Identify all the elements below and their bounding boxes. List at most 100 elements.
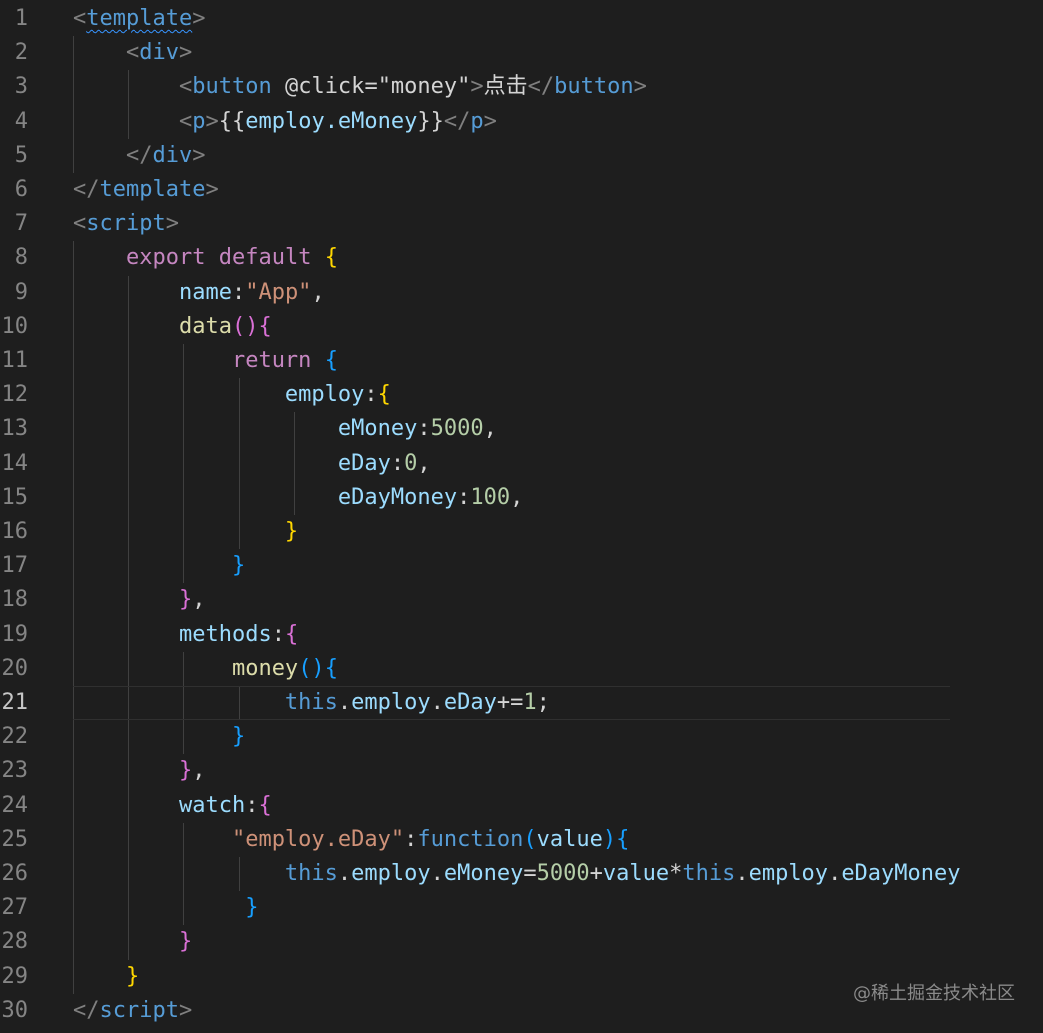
line-number: 2 — [14, 40, 28, 66]
code-token: } — [245, 895, 259, 921]
code-text[interactable]: employ:{ — [73, 378, 391, 412]
code-token: }} — [417, 108, 444, 134]
code-line[interactable]: 20 money(){ — [0, 652, 1043, 686]
code-text[interactable]: } — [73, 515, 298, 549]
code-token: , — [510, 484, 524, 510]
code-token: value — [536, 826, 603, 852]
code-text[interactable]: methods:{ — [73, 618, 298, 652]
code-text[interactable]: } — [73, 925, 192, 959]
code-text[interactable]: data(){ — [73, 310, 272, 344]
line-number: 6 — [14, 177, 28, 202]
code-line[interactable]: 6 </template> — [0, 173, 1043, 207]
code-text[interactable]: eDayMoney:100, — [73, 481, 523, 515]
code-text[interactable]: }, — [73, 754, 206, 788]
line-number: 19 — [1, 621, 29, 647]
code-text[interactable]: name:"App", — [73, 276, 325, 310]
code-token: : — [404, 826, 418, 852]
code-text[interactable]: }, — [73, 583, 206, 617]
code-token: , — [192, 758, 206, 784]
line-number: 3 — [14, 74, 28, 100]
code-line[interactable]: 18 }, — [0, 583, 1043, 617]
code-token: > — [205, 108, 219, 134]
code-line[interactable]: 8 export default { — [0, 241, 1043, 275]
code-text[interactable]: </div> — [73, 139, 206, 173]
code-line[interactable]: 24 watch:{ — [0, 789, 1043, 823]
code-line[interactable]: 12 employ:{ — [0, 378, 1043, 412]
code-line[interactable]: 11 return { — [0, 344, 1043, 378]
code-token: name — [178, 279, 232, 305]
code-token: value — [602, 861, 670, 886]
code-token: eMoney — [337, 416, 418, 442]
code-text[interactable]: watch:{ — [73, 789, 272, 823]
code-text[interactable]: </script> — [73, 994, 192, 1028]
code-text[interactable]: <p>{{employ.eMoney}}</p> — [73, 105, 497, 139]
code-line[interactable]: 13 eMoney:5000, — [0, 412, 1043, 446]
code-text[interactable]: this.employ.eDay+=1; — [73, 686, 950, 721]
code-line[interactable]: 10 data(){ — [0, 310, 1043, 344]
code-line[interactable]: 26 this.employ.eMoney=5000+value*this.em… — [0, 857, 1043, 891]
code-line[interactable]: 22 } — [0, 720, 1043, 754]
code-text[interactable]: <button @click="money">点击</button> — [73, 70, 647, 104]
code-token: = — [364, 74, 378, 100]
code-token: {{ — [218, 108, 246, 134]
code-text[interactable]: <template> — [73, 2, 205, 36]
code-line[interactable]: 3 <button @click="money">点击</button> — [0, 70, 1043, 104]
code-line[interactable]: 5 </div> — [0, 139, 1043, 173]
code-token: p — [192, 108, 206, 134]
code-token: ( — [523, 826, 537, 852]
code-editor[interactable]: 1 <template> 2 <div> 3 <button @click="mone… — [0, 0, 1043, 1033]
code-line[interactable]: 7 <script> — [0, 207, 1043, 241]
code-text[interactable]: eMoney:5000, — [73, 412, 497, 446]
code-line[interactable]: 19 methods:{ — [0, 618, 1043, 652]
code-token: employ — [748, 861, 829, 886]
code-text[interactable]: } — [73, 891, 258, 925]
code-token: > — [178, 997, 193, 1023]
code-text[interactable]: export default { — [73, 241, 338, 275]
code-text[interactable]: money(){ — [73, 652, 338, 686]
code-token: "App" — [245, 279, 312, 305]
code-line[interactable]: 23 }, — [0, 754, 1043, 788]
code-text[interactable]: eDay:0, — [73, 447, 431, 481]
code-line[interactable]: 16 } — [0, 515, 1043, 549]
code-line[interactable]: 17 } — [0, 549, 1043, 583]
code-text[interactable]: } — [73, 549, 245, 583]
code-text[interactable]: } — [73, 720, 245, 754]
code-line[interactable]: 14 eDay:0, — [0, 447, 1043, 481]
code-line[interactable]: 1 <template> — [0, 2, 1043, 36]
code-token: </ — [443, 108, 471, 134]
code-text[interactable]: <script> — [73, 207, 179, 241]
code-text[interactable]: <div> — [73, 36, 192, 70]
code-token: default — [218, 245, 312, 271]
code-token: eDay — [443, 690, 497, 715]
code-text[interactable]: "employ.eDay":function(value){ — [73, 823, 629, 857]
code-line[interactable]: 15 eDayMoney:100, — [0, 481, 1043, 515]
code-token: "money" — [377, 74, 471, 100]
code-token: employ — [284, 382, 365, 408]
code-line[interactable]: 28 } — [0, 925, 1043, 959]
code-line[interactable]: 2 <div> — [0, 36, 1043, 70]
code-line[interactable]: 25 "employ.eDay":function(value){ — [0, 823, 1043, 857]
code-text[interactable]: return { — [73, 344, 338, 378]
code-line[interactable]: 21 this.employ.eDay+=1; — [0, 686, 1043, 721]
code-text[interactable]: this.employ.eMoney=5000+value*this.emplo… — [73, 857, 961, 891]
code-line[interactable]: 4 <p>{{employ.eMoney}}</p> — [0, 105, 1043, 139]
code-token: this — [682, 861, 736, 886]
code-token: methods — [178, 621, 272, 647]
code-text[interactable]: </template> — [73, 173, 219, 207]
code-line[interactable]: 27 } — [0, 891, 1043, 925]
code-token: > — [178, 40, 193, 66]
code-token: > — [165, 211, 179, 237]
code-text[interactable]: } — [73, 960, 139, 994]
code-line[interactable]: 9 name:"App", — [0, 276, 1043, 310]
code-token: 100 — [470, 484, 511, 510]
